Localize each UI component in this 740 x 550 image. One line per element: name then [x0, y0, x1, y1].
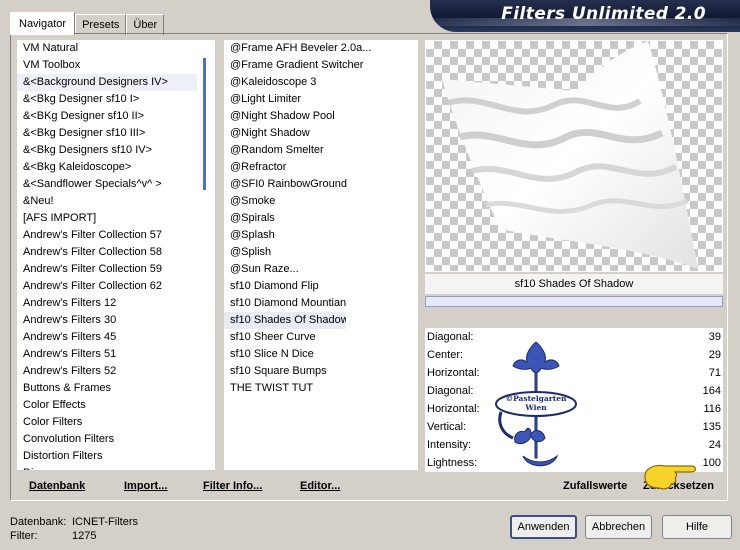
app-title: Filters Unlimited 2.0: [501, 4, 706, 24]
category-list[interactable]: VM Natural VM Toolbox &<Background Designe…: [17, 40, 197, 470]
category-list-item[interactable]: Distortion Filters: [17, 448, 197, 465]
bottom-toolbar: Datenbank Import... Filter Info... Edito…: [13, 464, 725, 498]
apply-button[interactable]: Anwenden: [510, 515, 577, 539]
filter-list-item[interactable]: sf10 Slice N Dice: [224, 346, 418, 363]
filter-list-item[interactable]: THE TWIST TUT: [224, 380, 418, 397]
parameter-panel: Diagonal: 39 Center: 29 Horizontal: 71 Diagona…: [425, 328, 723, 472]
category-list-item[interactable]: Andrew's Filters 51: [17, 346, 197, 363]
filter-list-item[interactable]: @Frame Gradient Switcher: [224, 57, 418, 74]
parameter-value: 135: [702, 421, 721, 433]
category-list-item[interactable]: Andrew's Filters 12: [17, 295, 197, 312]
category-list-item[interactable]: &<BKg Designer sf10 II>: [17, 108, 197, 125]
category-list-scroll-thumb[interactable]: [203, 58, 206, 190]
category-list-item[interactable]: Andrew's Filters 52: [17, 363, 197, 380]
category-list-item[interactable]: Andrew's Filters 45: [17, 329, 197, 346]
import-button[interactable]: Import...: [124, 480, 167, 492]
category-list-item[interactable]: Convolution Filters: [17, 431, 197, 448]
parameter-label: Horizontal:: [427, 367, 480, 379]
category-list-item[interactable]: Dis...: [17, 465, 197, 470]
category-list-item[interactable]: Color Effects: [17, 397, 197, 414]
category-list-item[interactable]: Andrew's Filter Collection 59: [17, 261, 197, 278]
title-banner: Filters Unlimited 2.0: [430, 0, 740, 32]
status-area: Datenbank: ICNET-Filters Filter: 1275: [10, 515, 138, 543]
category-list-item[interactable]: &<Bkg Designer sf10 III>: [17, 125, 197, 142]
svg-text:Wien: Wien: [524, 403, 547, 412]
tab-presets[interactable]: Presets: [75, 14, 127, 35]
parameter-label: Vertical:: [427, 421, 467, 433]
parameter-value: 100: [702, 457, 721, 469]
parameter-label: Diagonal:: [427, 385, 474, 397]
category-list-item[interactable]: Andrew's Filter Collection 57: [17, 227, 197, 244]
filter-list-item[interactable]: @Spirals: [224, 210, 418, 227]
database-button[interactable]: Datenbank: [29, 480, 85, 492]
filter-list-item[interactable]: sf10 Sheer Curve: [224, 329, 418, 346]
preview-image: [442, 41, 698, 269]
parameter-label: Intensity:: [427, 439, 472, 451]
random-values-button[interactable]: Zufallswerte: [563, 480, 627, 492]
filter-list[interactable]: @Frame AFH Beveler 2.0a... @Frame Gradien…: [224, 40, 418, 470]
tab-navigator[interactable]: Navigator: [10, 12, 76, 35]
selected-filter-name: sf10 Shades Of Shadow: [425, 274, 723, 294]
category-list-item[interactable]: VM Toolbox: [17, 57, 197, 74]
pastelgarten-watermark-logo: ©Pastelgarten Wien: [495, 341, 577, 467]
parameter-label: Horizontal:: [427, 403, 480, 415]
filter-count-value: 1275: [72, 530, 97, 542]
parameter-value: 164: [702, 385, 721, 397]
database-label: Datenbank:: [10, 516, 67, 528]
filter-list-item[interactable]: @SFI0 RainbowGround: [224, 176, 418, 193]
filter-list-item[interactable]: sf10 Diamond Mountian: [224, 295, 418, 312]
filter-list-item[interactable]: sf10 Shades Of Shadow: [224, 312, 346, 329]
category-list-item[interactable]: VM Natural: [17, 40, 197, 57]
category-list-item[interactable]: &<Bkg Kaleidoscope>: [17, 159, 197, 176]
category-list-item[interactable]: &<Bkg Designers sf10 IV>: [17, 142, 197, 159]
cancel-button[interactable]: Abbrechen: [585, 515, 652, 539]
category-list-item[interactable]: &<Background Designers IV>: [17, 74, 197, 91]
parameter-value: 24: [708, 439, 721, 451]
tab-bar: Navigator Presets Über: [10, 12, 165, 35]
parameter-value: 116: [703, 403, 721, 415]
filter-list-item[interactable]: @Kaleidoscope 3: [224, 74, 418, 91]
parameter-label: Diagonal:: [427, 331, 474, 343]
filter-list-item[interactable]: sf10 Square Bumps: [224, 363, 418, 380]
category-list-item[interactable]: &<Sandflower Specials^v^ >: [17, 176, 197, 193]
category-list-item[interactable]: Andrew's Filter Collection 58: [17, 244, 197, 261]
filter-list-item[interactable]: @Night Shadow: [224, 125, 418, 142]
filter-info-button[interactable]: Filter Info...: [203, 480, 262, 492]
filter-list-item[interactable]: sf10 Diamond Flip: [224, 278, 418, 295]
filter-list-item[interactable]: @Light Limiter: [224, 91, 418, 108]
filter-list-item[interactable]: @Sun Raze...: [224, 261, 418, 278]
help-button[interactable]: Hilfe: [662, 515, 732, 539]
category-list-item[interactable]: &<Bkg Designer sf10 I>: [17, 91, 197, 108]
progress-bar: [425, 296, 723, 307]
parameter-value: 29: [708, 349, 721, 361]
filter-list-item[interactable]: @Smoke: [224, 193, 418, 210]
parameter-value: 71: [708, 367, 721, 379]
filter-list-item[interactable]: @Splash: [224, 227, 418, 244]
category-list-item[interactable]: Andrew's Filter Collection 62: [17, 278, 197, 295]
filter-list-item[interactable]: @Random Smelter: [224, 142, 418, 159]
svg-text:©Pastelgarten: ©Pastelgarten: [506, 394, 567, 403]
filter-list-item[interactable]: @Splish: [224, 244, 418, 261]
editor-button[interactable]: Editor...: [300, 480, 340, 492]
parameter-label: Lightness:: [427, 457, 478, 469]
category-list-item[interactable]: Andrew's Filters 30: [17, 312, 197, 329]
category-list-item[interactable]: [AFS IMPORT]: [17, 210, 197, 227]
filter-list-item[interactable]: @Night Shadow Pool: [224, 108, 418, 125]
database-value: ICNET-Filters: [72, 516, 138, 528]
tab-about[interactable]: Über: [126, 14, 165, 35]
category-list-item[interactable]: Color Filters: [17, 414, 197, 431]
filter-count-label: Filter:: [10, 530, 38, 542]
filter-list-item[interactable]: @Refractor: [224, 159, 418, 176]
parameter-label: Center:: [427, 349, 464, 361]
category-list-item[interactable]: Buttons & Frames: [17, 380, 197, 397]
preview-pane: [425, 40, 723, 272]
category-list-item[interactable]: &Neu!: [17, 193, 197, 210]
filter-list-item[interactable]: @Frame AFH Beveler 2.0a...: [224, 40, 418, 57]
category-list-scrollbar[interactable]: [197, 40, 215, 470]
parameter-value: 39: [708, 331, 721, 343]
